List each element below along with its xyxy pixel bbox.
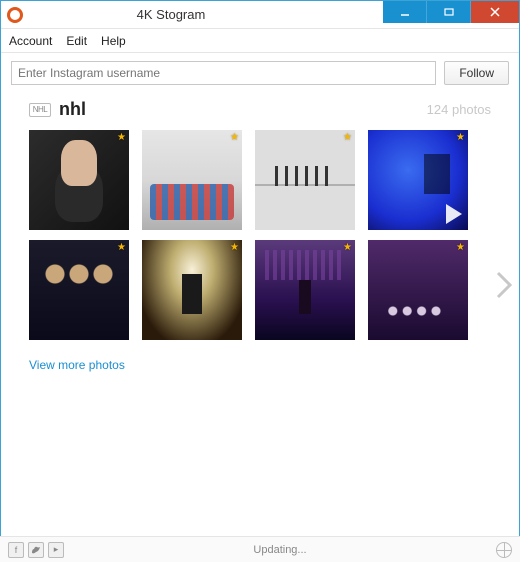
star-icon: ★	[117, 242, 127, 252]
photo-thumb[interactable]: ★	[142, 130, 242, 230]
photo-thumb[interactable]: ★	[368, 240, 468, 340]
follow-button[interactable]: Follow	[444, 61, 509, 85]
window-close-button[interactable]	[471, 1, 519, 23]
star-icon: ★	[343, 242, 353, 252]
account-header-left: NHL nhl	[29, 99, 86, 120]
search-row: Follow	[1, 53, 519, 93]
star-icon: ★	[230, 242, 240, 252]
photo-thumb[interactable]: ★	[29, 130, 129, 230]
play-icon	[446, 204, 462, 224]
photo-thumb[interactable]: ★	[255, 130, 355, 230]
content-area: NHL nhl 124 photos ★ ★ ★ ★ ★ ★ ★ ★ Vi	[1, 93, 519, 535]
statusbar: f ▸ Updating...	[0, 536, 520, 562]
status-text: Updating...	[64, 544, 496, 556]
photo-thumb[interactable]: ★	[142, 240, 242, 340]
menubar: Account Edit Help	[1, 29, 519, 53]
star-icon: ★	[456, 242, 466, 252]
photo-thumb[interactable]: ★	[29, 240, 129, 340]
star-icon: ★	[230, 132, 240, 142]
photo-count: 124 photos	[427, 102, 491, 117]
account-tag-icon: NHL	[29, 103, 51, 117]
window-title: 4K Stogram	[0, 7, 383, 22]
social-links: f ▸	[8, 542, 64, 558]
globe-icon[interactable]	[496, 542, 512, 558]
window-controls	[383, 1, 519, 28]
username-input[interactable]	[11, 61, 436, 85]
star-icon: ★	[117, 132, 127, 142]
twitter-icon[interactable]	[28, 542, 44, 558]
next-page-button[interactable]	[493, 263, 515, 307]
photo-thumb[interactable]: ★	[368, 130, 468, 230]
view-more-link[interactable]: View more photos	[29, 358, 491, 372]
menu-edit[interactable]: Edit	[66, 34, 87, 48]
star-icon: ★	[343, 132, 353, 142]
window-maximize-button[interactable]	[427, 1, 471, 23]
window-minimize-button[interactable]	[383, 1, 427, 23]
photo-thumb[interactable]: ★	[255, 240, 355, 340]
menu-account[interactable]: Account	[9, 34, 52, 48]
account-header: NHL nhl 124 photos	[29, 99, 491, 120]
youtube-icon[interactable]: ▸	[48, 542, 64, 558]
star-icon: ★	[456, 132, 466, 142]
app-icon	[7, 7, 23, 23]
menu-help[interactable]: Help	[101, 34, 126, 48]
account-name: nhl	[59, 99, 86, 120]
photo-grid: ★ ★ ★ ★ ★ ★ ★ ★	[29, 130, 491, 340]
facebook-icon[interactable]: f	[8, 542, 24, 558]
titlebar: 4K Stogram	[1, 1, 519, 29]
